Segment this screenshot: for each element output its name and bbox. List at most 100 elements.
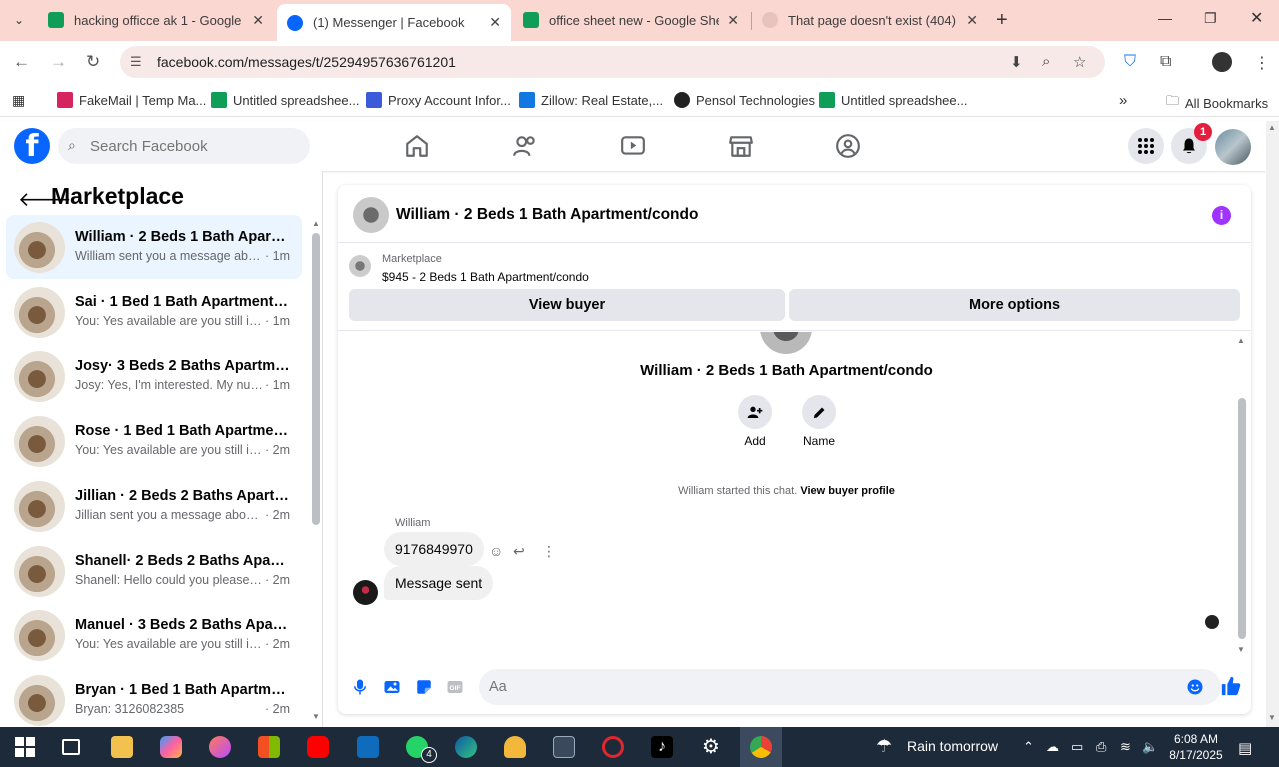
all-bookmarks[interactable]: 🗀 All Bookmarks — [1166, 92, 1268, 114]
device-icon[interactable]: ⎙ — [1096, 739, 1106, 755]
settings-gear-icon[interactable]: ⚙ — [700, 736, 722, 758]
tab-404[interactable]: That page doesn't exist (404) - F ✕ — [752, 4, 988, 36]
conversation-item[interactable]: William · 2 Beds 1 Bath Apartment/condo … — [6, 215, 302, 279]
reload-icon[interactable]: ↻ — [86, 52, 100, 72]
account-avatar[interactable] — [1215, 129, 1251, 165]
minimize-icon[interactable]: — — [1158, 10, 1172, 26]
url-text[interactable]: facebook.com/messages/t/2529495763676120… — [157, 54, 456, 70]
youtube-icon[interactable] — [307, 736, 329, 758]
back-icon[interactable]: ← — [13, 52, 30, 72]
thread-scrollbar[interactable] — [1238, 398, 1246, 639]
restore-icon[interactable]: ❐ — [1204, 10, 1217, 27]
bookmark-item[interactable]: Pensol Technologies — [674, 92, 815, 108]
address-bar[interactable]: ☰ facebook.com/messages/t/25294957636761… — [120, 46, 1105, 78]
groups-icon[interactable] — [835, 133, 861, 159]
scroll-up-icon[interactable]: ▲ — [312, 219, 320, 228]
store-icon[interactable] — [258, 736, 280, 758]
cloud-icon[interactable]: ☁ — [1046, 739, 1059, 755]
forward-icon[interactable]: → — [50, 52, 67, 72]
extensions-icon[interactable]: ⧉ — [1160, 53, 1171, 71]
medal-icon[interactable] — [504, 736, 526, 758]
marketplace-icon[interactable] — [728, 133, 754, 159]
more-bookmarks-icon[interactable]: » — [1119, 92, 1127, 109]
conversation-item[interactable]: Josy· 3 Beds 2 Baths Apartment/condo Jos… — [6, 344, 302, 408]
close-icon[interactable]: ✕ — [727, 12, 739, 29]
add-action[interactable]: Add — [725, 395, 785, 448]
facebook-logo-icon[interactable]: f — [14, 128, 50, 164]
new-tab-icon[interactable]: + — [996, 9, 1008, 32]
message-bubble[interactable]: Message sent — [384, 566, 494, 600]
conversation-item[interactable]: Bryan · 1 Bed 1 Bath Apartment/condo Bry… — [6, 668, 302, 727]
chat-title[interactable]: William · 2 Beds 1 Bath Apartment/condo — [396, 206, 698, 224]
app-icon[interactable] — [209, 736, 231, 758]
emoji-icon[interactable] — [1185, 678, 1205, 696]
wifi-icon[interactable]: ≋ — [1120, 739, 1131, 755]
pencil-icon[interactable] — [802, 395, 836, 429]
tiktok-icon[interactable]: ♪ — [651, 736, 673, 758]
video-icon[interactable] — [620, 133, 646, 159]
app-icon[interactable] — [553, 736, 575, 758]
listing-title[interactable]: $945 - 2 Beds 1 Bath Apartment/condo — [382, 270, 589, 284]
bookmark-item[interactable]: Untitled spreadshee... — [211, 92, 359, 108]
scroll-up-icon[interactable]: ▲ — [1237, 336, 1245, 345]
add-person-icon[interactable] — [738, 395, 772, 429]
tab-hacking-officce[interactable]: hacking officce ak 1 - Google D ✕ — [38, 4, 274, 36]
install-icon[interactable]: ⬇ — [1010, 53, 1023, 71]
bookmark-item[interactable]: Proxy Account Infor... — [366, 92, 511, 108]
search-box[interactable]: ⌕ — [58, 128, 310, 164]
apps-icon[interactable]: ▦ — [12, 92, 25, 109]
name-action[interactable]: Name — [789, 395, 849, 448]
conversation-item[interactable]: Jillian · 2 Beds 2 Baths Apartment/condo… — [6, 474, 302, 538]
menu-grid-icon[interactable] — [1128, 128, 1164, 164]
friends-icon[interactable] — [512, 133, 538, 159]
scroll-down-icon[interactable]: ▼ — [312, 712, 320, 721]
chevron-up-icon[interactable]: ⌃ — [1023, 739, 1034, 755]
gif-icon[interactable]: GIF — [445, 678, 465, 696]
clock[interactable]: 6:08 AM 8/17/2025 — [1166, 731, 1226, 763]
chat-avatar[interactable] — [353, 197, 389, 233]
view-buyer-button[interactable]: View buyer — [349, 289, 785, 321]
tab-messenger[interactable]: (1) Messenger | Facebook ✕ — [277, 4, 511, 41]
tab-search-icon[interactable]: ⌄ — [6, 8, 32, 32]
conversation-item[interactable]: Sai · 1 Bed 1 Bath Apartment/condo You: … — [6, 280, 302, 344]
conversation-item[interactable]: Rose · 1 Bed 1 Bath Apartment/condo You:… — [6, 409, 302, 473]
search-input[interactable] — [90, 128, 300, 164]
close-icon[interactable]: ✕ — [966, 12, 978, 29]
bookmark-star-icon[interactable]: ☆ — [1073, 53, 1086, 71]
edge-icon[interactable] — [455, 736, 477, 758]
thumbs-up-icon[interactable] — [1220, 675, 1242, 697]
notification-center-icon[interactable]: ▤ — [1238, 739, 1252, 757]
menu-icon[interactable]: ⋮ — [1254, 53, 1270, 73]
file-explorer-icon[interactable] — [111, 736, 133, 758]
site-info-icon[interactable]: ☰ — [130, 54, 142, 70]
copilot-icon[interactable] — [160, 736, 182, 758]
scroll-down-icon[interactable]: ▼ — [1237, 645, 1245, 654]
more-icon[interactable]: ⋮ — [542, 543, 556, 560]
home-icon[interactable] — [404, 133, 430, 159]
shield-extension-icon[interactable]: ⛉ — [1124, 53, 1136, 71]
bookmark-item[interactable]: FakeMail | Temp Ma... — [57, 92, 206, 108]
bookmark-item[interactable]: Zillow: Real Estate,... — [519, 92, 663, 108]
message-input[interactable] — [479, 669, 1221, 705]
outlook-icon[interactable] — [357, 736, 379, 758]
react-icon[interactable]: ☺ — [489, 543, 503, 559]
microphone-icon[interactable] — [350, 678, 370, 696]
battery-icon[interactable]: ▭ — [1071, 739, 1083, 755]
view-buyer-profile-link[interactable]: View buyer profile — [800, 485, 895, 497]
page-scrollbar[interactable]: ▲ ▼ — [1266, 121, 1279, 727]
zoom-icon[interactable]: ⌕ — [1042, 53, 1050, 70]
more-options-button[interactable]: More options — [789, 289, 1240, 321]
conversation-item[interactable]: Manuel · 3 Beds 2 Baths Apartment/condo … — [6, 603, 302, 667]
chrome-taskbar-active[interactable] — [740, 727, 782, 767]
conversation-item[interactable]: Shanell· 2 Beds 2 Baths Apartment/condo … — [6, 539, 302, 603]
reply-icon[interactable]: ↩ — [513, 543, 525, 560]
close-window-icon[interactable]: ✕ — [1250, 8, 1263, 28]
photo-icon[interactable] — [382, 678, 402, 696]
message-bubble[interactable]: 9176849970 — [384, 532, 484, 566]
bookmark-item[interactable]: Untitled spreadshee... — [819, 92, 967, 108]
sticker-icon[interactable] — [414, 678, 434, 696]
opera-icon[interactable] — [602, 736, 624, 758]
weather-text[interactable]: Rain tomorrow — [907, 738, 998, 754]
close-icon[interactable]: ✕ — [252, 12, 264, 29]
task-view-icon[interactable] — [62, 739, 80, 755]
